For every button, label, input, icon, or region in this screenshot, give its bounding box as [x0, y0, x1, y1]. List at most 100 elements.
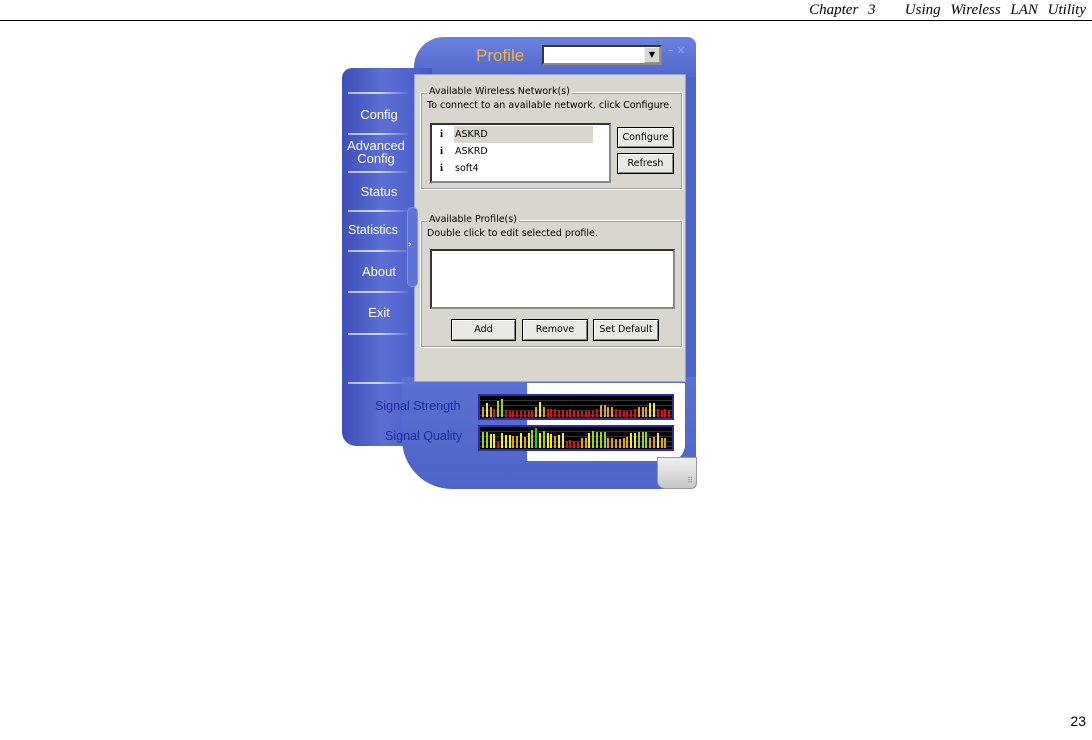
signal-quality-bar — [508, 435, 511, 448]
nav-advanced-config[interactable]: Advanced Config — [343, 139, 409, 165]
signal-strength-bar — [554, 409, 557, 417]
grip-dots-icon: ⠿ — [687, 476, 693, 485]
signal-strength-bar — [596, 409, 598, 417]
sidebar-nav: Config Advanced Config Status Statistics… — [342, 92, 416, 335]
minimize-icon[interactable]: – — [668, 43, 676, 57]
signal-quality-bar — [485, 432, 488, 448]
nav-statistics[interactable]: Statistics — [342, 224, 416, 237]
signal-strength-bar — [501, 399, 503, 417]
signal-quality-bar — [599, 432, 602, 448]
nav-divider — [348, 382, 408, 384]
signal-strength-bar — [569, 409, 572, 417]
signal-quality-bar — [542, 431, 545, 448]
signal-quality-bar — [516, 436, 519, 448]
signal-quality-label: Signal Quality — [385, 429, 463, 443]
available-profiles-legend: Available Profile(s) — [427, 214, 519, 225]
signal-quality-bar — [550, 434, 553, 448]
signal-quality-bar — [554, 436, 557, 448]
nav-exit[interactable]: Exit — [342, 306, 416, 319]
signal-quality-bar — [501, 433, 503, 448]
resize-grip[interactable]: ⠿ — [657, 457, 697, 489]
nav-status[interactable]: Status — [342, 185, 416, 198]
nav-config[interactable]: Config — [342, 108, 416, 121]
signal-quality-bar — [569, 440, 572, 448]
signal-tower-icon: i — [440, 145, 444, 157]
network-list[interactable]: i ASKRD i ASKRD i soft4 — [430, 123, 611, 183]
signal-quality-bar — [660, 438, 663, 448]
signal-quality-bar — [653, 437, 655, 448]
signal-strength-bar — [630, 411, 633, 417]
signal-tower-icon: i — [440, 162, 444, 174]
signal-strength-bar — [653, 403, 655, 417]
nav-about[interactable]: About — [342, 265, 416, 278]
signal-strength-bar — [508, 411, 511, 417]
signal-strength-bar — [611, 407, 614, 417]
set-default-button[interactable]: Set Default — [593, 319, 659, 341]
signal-quality-bar — [512, 436, 515, 448]
profile-dropdown[interactable]: ▼ — [542, 45, 662, 65]
signal-strength-bar — [550, 409, 553, 417]
signal-quality-bar — [489, 434, 492, 448]
signal-strength-bar — [672, 411, 674, 417]
signal-strength-bar — [520, 411, 522, 417]
signal-strength-label: Signal Strength — [375, 399, 461, 413]
nav-divider — [348, 291, 408, 293]
configure-button[interactable]: Configure — [617, 127, 674, 148]
signal-quality-bar — [523, 437, 526, 448]
network-list-item[interactable]: i soft4 — [432, 160, 609, 177]
signal-quality-bar — [664, 438, 667, 448]
network-list-item[interactable]: i ASKRD — [432, 143, 609, 160]
signal-strength-bar — [523, 411, 526, 417]
signal-quality-bar — [531, 430, 534, 448]
signal-strength-bar — [615, 409, 617, 417]
remove-profile-button[interactable]: Remove — [522, 319, 588, 341]
signal-strength-bar — [485, 403, 488, 417]
signal-strength-bar — [592, 411, 595, 417]
signal-strength-bar — [497, 401, 500, 417]
chevron-right-icon: › — [408, 240, 412, 250]
signal-quality-bar — [649, 438, 652, 448]
refresh-button[interactable]: Refresh — [617, 153, 674, 174]
signal-quality-bar — [622, 438, 625, 448]
nav-divider — [348, 133, 408, 135]
signal-quality-bar — [565, 441, 568, 448]
signal-quality-bar — [535, 428, 538, 448]
profile-list[interactable] — [430, 249, 675, 309]
signal-strength-bar — [626, 411, 629, 417]
signal-quality-bar — [588, 433, 591, 448]
signal-quality-bar — [558, 435, 560, 448]
signal-quality-bar — [504, 435, 507, 448]
signal-quality-bar — [561, 433, 564, 448]
signal-quality-bar — [573, 441, 576, 448]
network-name: soft4 — [455, 163, 479, 174]
signal-strength-bar — [561, 410, 564, 417]
signal-strength-bar — [504, 410, 507, 417]
signal-strength-bar — [539, 402, 541, 417]
signal-strength-bar — [588, 411, 591, 417]
signal-strength-graph — [478, 394, 674, 420]
nav-divider — [348, 333, 408, 335]
signal-strength-bar — [512, 411, 515, 417]
signal-strength-bar — [542, 407, 545, 417]
signal-strength-bar — [637, 407, 640, 417]
collapse-panel-handle[interactable]: › — [407, 207, 418, 287]
signal-quality-bar — [527, 433, 530, 448]
network-name: ASKRD — [455, 146, 488, 157]
signal-strength-bar — [527, 411, 530, 417]
signal-quality-bar — [611, 438, 614, 448]
signal-quality-bar — [615, 439, 617, 448]
network-list-item[interactable]: i ASKRD — [432, 126, 609, 143]
signal-strength-bar — [573, 410, 576, 417]
signal-strength-bar — [660, 410, 663, 417]
signal-strength-bar — [622, 411, 625, 417]
available-networks-group: Available Wireless Network(s) To connect… — [420, 86, 683, 190]
add-profile-button[interactable]: Add — [451, 319, 516, 341]
signal-strength-bar — [618, 410, 621, 417]
chevron-down-icon[interactable]: ▼ — [644, 47, 660, 63]
signal-strength-bar — [664, 409, 667, 417]
signal-strength-bar — [668, 410, 671, 417]
signal-strength-bar — [656, 409, 659, 417]
nav-divider — [348, 250, 408, 252]
signal-quality-bar — [546, 433, 549, 448]
close-icon[interactable]: × — [676, 43, 688, 57]
